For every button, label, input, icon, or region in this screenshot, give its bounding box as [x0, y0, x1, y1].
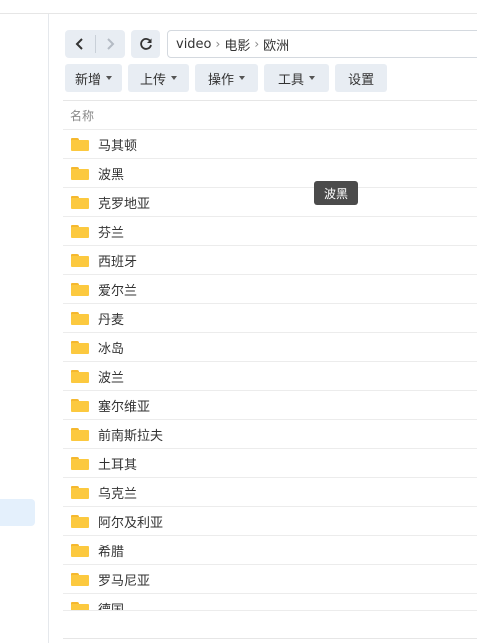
- folder-icon: [71, 340, 89, 354]
- folder-icon: [71, 456, 89, 470]
- file-name: 塞尔维亚: [98, 399, 151, 415]
- sidebar-item-selected[interactable]: [0, 499, 35, 526]
- file-name: 阿尔及利亚: [98, 515, 164, 531]
- folder-icon: [71, 166, 89, 180]
- breadcrumb[interactable]: video › 电影 › 欧洲: [167, 30, 477, 58]
- breadcrumb-item[interactable]: video: [176, 37, 212, 52]
- list-item[interactable]: 克罗地亚: [63, 188, 477, 217]
- file-name: 乌克兰: [98, 486, 138, 502]
- list-item[interactable]: 阿尔及利亚: [63, 507, 477, 536]
- list-item[interactable]: 乌克兰: [63, 478, 477, 507]
- folder-icon: [71, 137, 89, 151]
- file-name: 芬兰: [98, 225, 125, 241]
- chevron-right-icon: ›: [254, 37, 260, 51]
- list-item[interactable]: 冰岛: [63, 333, 477, 362]
- folder-icon: [71, 427, 89, 441]
- file-name: 罗马尼亚: [98, 573, 151, 589]
- file-name: 德国: [98, 602, 125, 611]
- file-name: 冰岛: [98, 341, 125, 357]
- file-name: 土耳其: [98, 457, 138, 473]
- list-divider: [63, 610, 477, 611]
- folder-icon: [71, 311, 89, 325]
- folder-icon: [71, 224, 89, 238]
- new-button[interactable]: 新增: [65, 64, 123, 92]
- file-name: 前南斯拉夫: [98, 428, 164, 444]
- tooltip: 波黑: [314, 181, 359, 205]
- list-item[interactable]: 芬兰: [63, 217, 477, 246]
- folder-icon: [71, 398, 89, 412]
- list-divider: [63, 100, 477, 101]
- folder-icon: [71, 572, 89, 586]
- list-item[interactable]: 德国: [63, 594, 477, 610]
- folder-icon: [71, 601, 89, 610]
- folder-icon: [71, 369, 89, 383]
- upload-button[interactable]: 上传: [128, 64, 190, 92]
- forward-button[interactable]: [96, 30, 126, 58]
- upload-button-label: 上传: [140, 72, 167, 88]
- list-item[interactable]: 前南斯拉夫: [63, 420, 477, 449]
- list-item[interactable]: 塞尔维亚: [63, 391, 477, 420]
- status-divider: [63, 638, 477, 639]
- toolbar: 新增 上传 操作 工具 设置: [65, 64, 393, 92]
- list-item[interactable]: 土耳其: [63, 449, 477, 478]
- refresh-button[interactable]: [131, 30, 160, 58]
- chevron-left-icon: [75, 38, 83, 50]
- settings-button-label: 设置: [348, 72, 375, 88]
- back-button[interactable]: [65, 30, 95, 58]
- file-name: 爱尔兰: [98, 283, 138, 299]
- folder-icon: [71, 195, 89, 209]
- new-button-label: 新增: [75, 72, 102, 88]
- breadcrumb-item[interactable]: 欧洲: [263, 35, 289, 54]
- file-browser-main: video › 电影 › 欧洲 新增 上传 操作 工具 设置 名称 马其顿波黑克…: [63, 14, 477, 643]
- file-name: 波兰: [98, 370, 125, 386]
- list-item[interactable]: 西班牙: [63, 246, 477, 275]
- chevron-right-icon: ›: [215, 37, 221, 51]
- list-item[interactable]: 罗马尼亚: [63, 565, 477, 594]
- file-name: 克罗地亚: [98, 196, 151, 212]
- tools-button-label: 工具: [278, 72, 305, 88]
- list-item[interactable]: 丹麦: [63, 304, 477, 333]
- folder-icon: [71, 282, 89, 296]
- list-item[interactable]: 马其顿: [63, 130, 477, 159]
- caret-down-icon: [106, 76, 113, 80]
- tools-button[interactable]: 工具: [264, 64, 330, 92]
- caret-down-icon: [171, 76, 178, 80]
- list-item[interactable]: 波黑: [63, 159, 477, 188]
- caret-down-icon: [309, 76, 316, 80]
- folder-icon: [71, 543, 89, 557]
- action-button-label: 操作: [208, 72, 235, 88]
- chevron-right-icon: [107, 38, 115, 50]
- caret-down-icon: [239, 76, 246, 80]
- list-item[interactable]: 波兰: [63, 362, 477, 391]
- file-name: 马其顿: [98, 138, 138, 154]
- sidebar: [0, 14, 49, 643]
- folder-icon: [71, 514, 89, 528]
- action-button[interactable]: 操作: [195, 64, 259, 92]
- file-name: 西班牙: [98, 254, 138, 270]
- refresh-icon: [139, 38, 152, 50]
- list-item[interactable]: 爱尔兰: [63, 275, 477, 304]
- file-name: 丹麦: [98, 312, 125, 328]
- list-item[interactable]: 希腊: [63, 536, 477, 565]
- file-list: 马其顿波黑克罗地亚芬兰西班牙爱尔兰丹麦冰岛波兰塞尔维亚前南斯拉夫土耳其乌克兰阿尔…: [63, 130, 477, 610]
- nav-button-group: [65, 30, 125, 58]
- folder-icon: [71, 485, 89, 499]
- breadcrumb-item[interactable]: 电影: [224, 35, 250, 54]
- column-header-name[interactable]: 名称: [70, 107, 94, 124]
- settings-button[interactable]: 设置: [335, 64, 388, 92]
- file-name: 波黑: [98, 167, 125, 183]
- file-name: 希腊: [98, 544, 125, 560]
- folder-icon: [71, 253, 89, 267]
